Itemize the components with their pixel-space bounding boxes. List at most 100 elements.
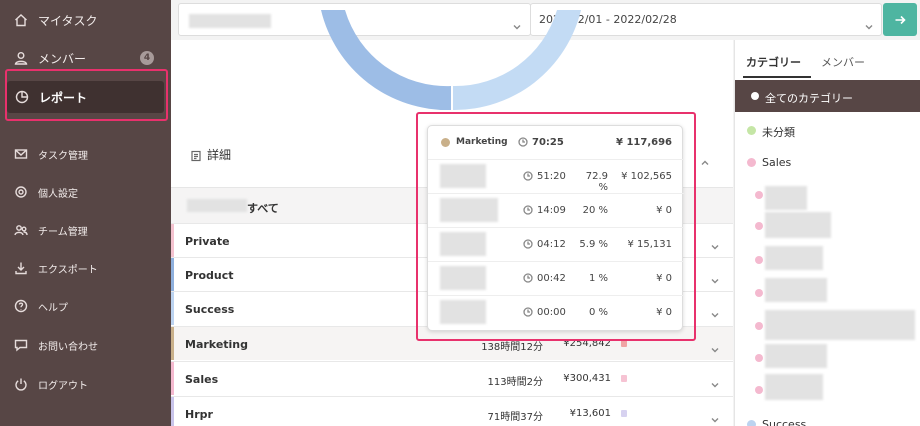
sidebar-item-team-management[interactable]: チーム管理: [0, 212, 171, 248]
details-title: 詳細: [207, 148, 232, 162]
subcategory-dot[interactable]: [755, 256, 763, 264]
category-color-bar: [171, 258, 174, 291]
filter-panel: カテゴリー メンバー 全てのカテゴリー 未分類 Sales Success: [734, 40, 920, 426]
redacted-subcategory: [765, 278, 827, 302]
subcategory-dot[interactable]: [755, 289, 763, 297]
chevron-down-icon[interactable]: [711, 339, 719, 353]
category-name: Private: [185, 235, 230, 248]
mail-icon: [14, 147, 28, 161]
redacted-team-name: [187, 199, 247, 212]
member-time: 04:12: [537, 239, 566, 250]
clock-icon: [523, 205, 533, 215]
sidebar-item-personal-settings[interactable]: 個人設定: [0, 174, 171, 210]
chevron-down-icon[interactable]: [711, 236, 719, 250]
tooltip-total-time: 70:25: [532, 137, 564, 148]
donut-segment-success: [453, 10, 581, 111]
redacted-member-name: [440, 266, 486, 290]
category-swatch: [621, 410, 627, 417]
all-categories-label: 全てのカテゴリー: [765, 92, 853, 105]
redacted-member-name: [440, 164, 486, 188]
member-amount: ¥ 102,565: [621, 171, 672, 182]
sidebar-item-contact[interactable]: お問い合わせ: [0, 327, 171, 363]
redacted-team-name: [189, 14, 271, 28]
all-categories-item[interactable]: 全てのカテゴリー: [735, 80, 920, 112]
subcategory-dot[interactable]: [755, 222, 763, 230]
redacted-subcategory: [765, 246, 823, 270]
category-item-success[interactable]: Success: [735, 412, 920, 426]
table-row[interactable]: Sales 113時間2分 ¥300,431: [171, 361, 733, 395]
tab-member[interactable]: メンバー: [821, 54, 865, 70]
tooltip-member-row: 51:20 72.9 % ¥ 102,565: [428, 160, 684, 194]
category-dot: [747, 158, 756, 167]
sidebar-item-help[interactable]: ヘルプ: [0, 288, 171, 324]
sidebar-item-label: エクスポート: [38, 264, 98, 276]
clock-icon: [523, 307, 533, 317]
member-percent: 1 %: [588, 273, 608, 284]
category-name: Sales: [185, 373, 219, 386]
chevron-down-icon[interactable]: [711, 374, 719, 388]
sidebar-item-export[interactable]: エクスポート: [0, 250, 171, 286]
category-color-bar: [171, 397, 174, 426]
member-time: 00:42: [537, 273, 566, 284]
category-dot: [751, 92, 759, 100]
member-percent: 5.9 %: [579, 239, 608, 250]
active-tab-underline: [743, 76, 811, 78]
tooltip-category-name: Marketing: [456, 137, 508, 147]
category-dot: [747, 420, 756, 426]
chevron-down-icon[interactable]: [711, 409, 719, 423]
table-row[interactable]: Hrpr 71時間37分 ¥13,601: [171, 396, 733, 426]
subcategory-dot[interactable]: [755, 386, 763, 394]
subcategory-dot[interactable]: [755, 322, 763, 330]
redacted-member-name: [440, 232, 486, 256]
sidebar-item-my-tasks[interactable]: マイタスク: [0, 2, 171, 38]
redacted-subcategory: [765, 212, 831, 238]
category-color-bar: [171, 362, 174, 395]
clock-icon: [518, 137, 528, 147]
sidebar: マイタスク メンバー 4 レポート タスク管理 個人設定 チーム管理 エクスポー…: [0, 0, 171, 426]
apply-filter-button[interactable]: [883, 3, 917, 36]
tooltip-header-row: Marketing 70:25 ¥ 117,696: [428, 126, 684, 160]
category-breakdown-tooltip: Marketing 70:25 ¥ 117,696 51:20 72.9 % ¥…: [427, 125, 684, 331]
power-icon: [14, 377, 28, 391]
category-color-bar: [171, 292, 174, 325]
member-time: 14:09: [537, 205, 566, 216]
category-swatch: [621, 375, 627, 382]
sidebar-item-task-management[interactable]: タスク管理: [0, 136, 171, 172]
tab-category[interactable]: カテゴリー: [746, 54, 801, 70]
clock-icon: [523, 239, 533, 249]
donut-segment-product: [321, 10, 451, 111]
category-label: 未分類: [762, 126, 795, 139]
category-amount: ¥300,431: [563, 373, 611, 384]
clock-icon: [523, 273, 533, 283]
sidebar-item-label: メンバー: [38, 51, 87, 66]
category-item-uncategorized[interactable]: 未分類: [735, 118, 920, 146]
member-amount: ¥ 15,131: [627, 239, 672, 250]
tooltip-member-row: 04:12 5.9 % ¥ 15,131: [428, 228, 684, 262]
all-label: すべて: [247, 202, 279, 215]
category-time: 71時間37分: [487, 412, 543, 423]
category-donut-chart: [321, 10, 581, 111]
chevron-down-icon[interactable]: [711, 270, 719, 284]
tooltip-member-row: 00:42 1 % ¥ 0: [428, 262, 684, 296]
category-amount: ¥13,601: [569, 408, 611, 419]
sidebar-item-label: 個人設定: [38, 188, 78, 200]
sidebar-item-logout[interactable]: ログアウト: [0, 366, 171, 402]
redacted-member-name: [440, 198, 498, 222]
category-name: Success: [185, 303, 235, 316]
category-dot: [747, 126, 756, 135]
user-icon: [14, 51, 28, 65]
chevron-down-icon: [865, 16, 873, 30]
subcategory-dot[interactable]: [755, 191, 763, 199]
subcategory-dot[interactable]: [755, 354, 763, 362]
help-icon: [14, 299, 28, 313]
category-name: Marketing: [185, 338, 249, 351]
chevron-up-icon[interactable]: [701, 152, 709, 165]
category-color-bar: [171, 224, 174, 257]
category-label: Success: [762, 418, 807, 426]
document-icon: [190, 147, 202, 162]
chevron-down-icon[interactable]: [711, 304, 719, 318]
sidebar-item-label: ログアウト: [38, 380, 88, 392]
redacted-subcategory: [765, 310, 915, 340]
category-item-sales[interactable]: Sales: [735, 150, 920, 178]
team-icon: [14, 223, 28, 237]
